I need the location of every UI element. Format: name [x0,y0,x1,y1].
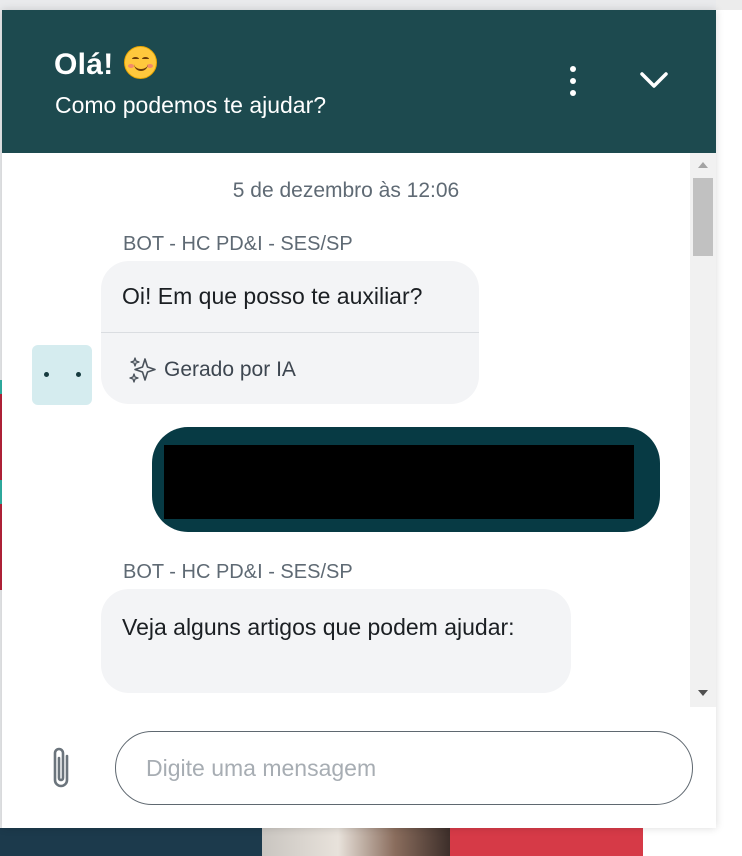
header-subtitle: Como podemos te ajudar? [55,92,327,118]
ai-generated-label: Gerado por IA [128,356,296,384]
chevron-down-icon [640,72,668,88]
message-input[interactable] [115,731,693,805]
user-message-bubble [152,427,660,532]
background-page [716,0,742,856]
background-bottom-banner [0,828,742,856]
message-list[interactable]: 5 de dezembro às 12:06 BOT - HC PD&I - S… [2,153,716,707]
header-greeting: Olá! [54,48,114,81]
background-photo [262,828,452,856]
bubble-divider [101,332,479,333]
scroll-up-arrow-icon[interactable] [698,162,708,168]
background-page-top [716,0,742,10]
message-sender: BOT - HC PD&I - SES/SP [123,561,353,583]
bot-message-bubble: Veja alguns artigos que podem ajudar: [101,589,571,693]
more-vertical-icon [570,66,576,72]
message-sender: BOT - HC PD&I - SES/SP [123,233,353,255]
paperclip-icon [53,747,69,788]
chat-widget: Olá! Como podemos te ajudar? 5 de dezemb… [2,10,716,828]
redacted-text [164,445,634,519]
bot-avatar [32,345,92,405]
sparkles-icon [129,357,156,383]
collapse-button[interactable] [636,66,672,96]
scroll-down-arrow-icon[interactable] [698,690,708,696]
smiling-face-icon [123,46,157,79]
ai-generated-text: Gerado por IA [164,358,296,381]
conversation-timestamp: 5 de dezembro às 12:06 [232,179,460,202]
message-composer [2,707,716,828]
message-scrollbar[interactable] [690,153,716,707]
header-title: Olá! [54,46,157,82]
attach-button[interactable] [46,744,78,794]
scrollbar-thumb[interactable] [693,178,713,256]
chat-header: Olá! Como podemos te ajudar? [2,10,716,153]
background-red-block [450,828,643,856]
bot-message-text: Oi! Em que posso te auxiliar? [122,283,423,309]
more-options-button[interactable] [558,64,588,98]
bot-message-text: Veja alguns artigos que podem ajudar: [122,614,515,640]
bot-message-bubble: Oi! Em que posso te auxiliar? Gerado por… [101,261,479,404]
background-white-block [643,828,742,856]
